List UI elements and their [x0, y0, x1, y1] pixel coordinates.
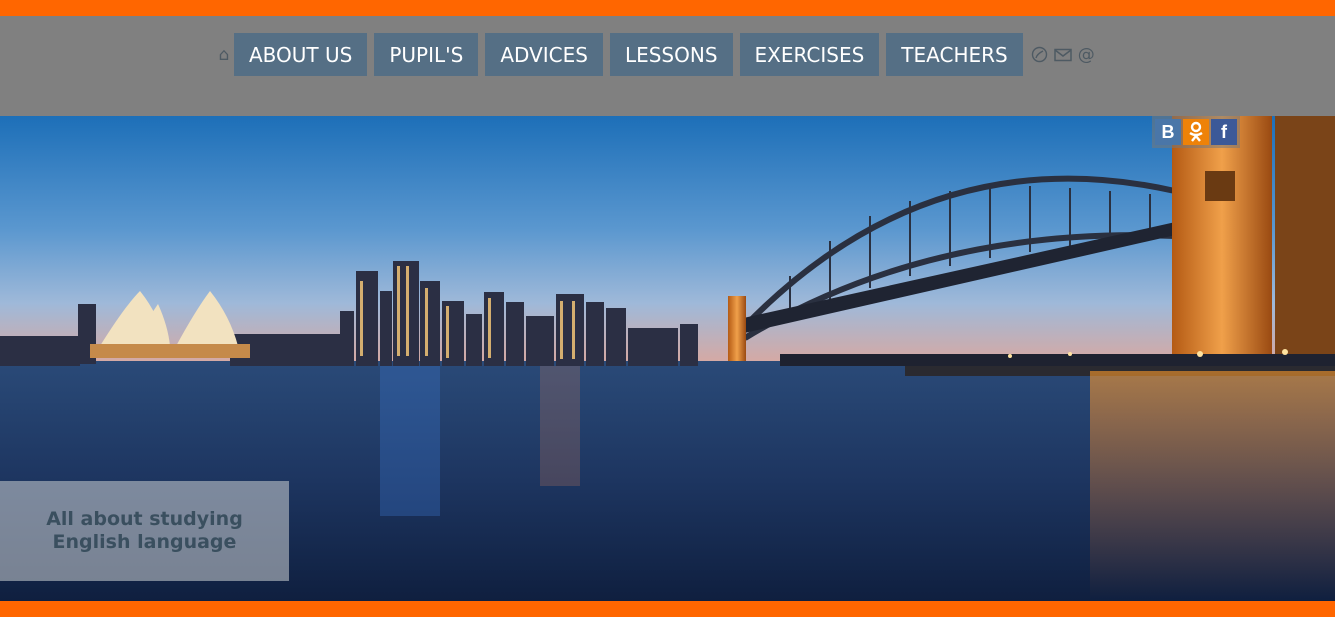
nav-item-teachers[interactable]: TEACHERS [886, 33, 1023, 76]
mail-icon[interactable] [1053, 48, 1072, 62]
odnoklassniki-icon[interactable] [1183, 119, 1209, 145]
social-links: B f [1152, 116, 1240, 148]
nav-item-pupils[interactable]: PUPIL'S [374, 33, 479, 76]
home-icon[interactable]: ⌂ [214, 33, 234, 76]
main-navigation: ⌂ ABOUT US PUPIL'S ADVICES LESSONS EXERC… [214, 33, 1095, 76]
nav-item-exercises[interactable]: EXERCISES [739, 33, 880, 76]
nav-item-advices[interactable]: ADVICES [485, 33, 603, 76]
at-icon[interactable]: @ [1078, 45, 1095, 65]
contact-tools: @ [1031, 45, 1095, 65]
hero-tagline: All about studying English language [0, 481, 289, 581]
nav-item-lessons[interactable]: LESSONS [609, 33, 733, 76]
bottom-accent-bar [0, 601, 1335, 617]
nav-item-about-us[interactable]: ABOUT US [234, 33, 368, 76]
vk-icon[interactable]: B [1155, 119, 1181, 145]
tagline-text: All about studying English language [46, 508, 243, 553]
facebook-icon[interactable]: f [1211, 119, 1237, 145]
top-accent-bar [0, 0, 1335, 16]
phone-icon[interactable] [1031, 46, 1048, 63]
